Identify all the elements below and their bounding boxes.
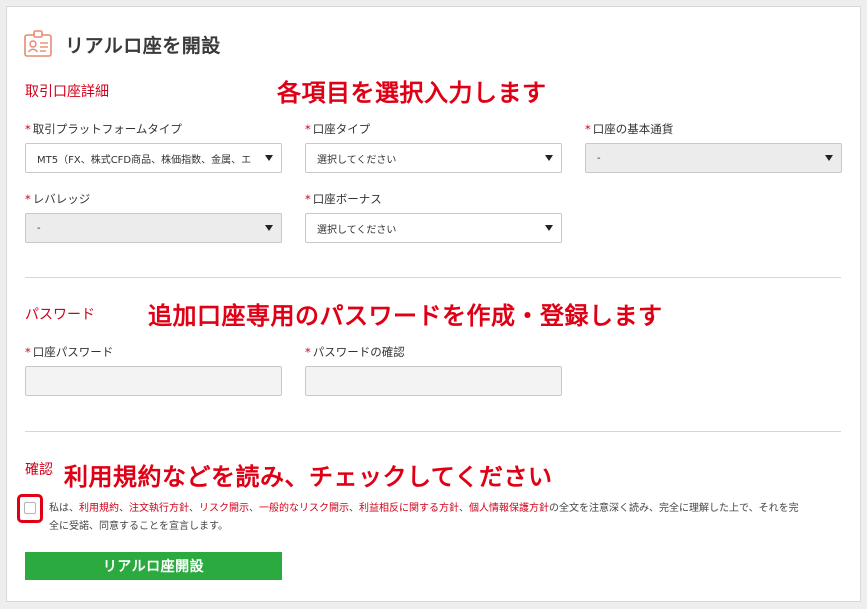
- callout-account-details: 各項目を選択入力します: [277, 79, 547, 107]
- bonus-label: * 口座ボーナス: [305, 192, 382, 206]
- callout-password: 追加口座専用のパスワードを作成・登録します: [148, 302, 663, 330]
- conflict-of-interest-link[interactable]: 利益相反に関する方針: [359, 503, 459, 514]
- password-confirm-label: * パスワードの確認: [305, 345, 405, 359]
- chevron-down-icon: [265, 155, 273, 161]
- section-label-confirm: 確認: [25, 462, 53, 478]
- base-currency-label: * 口座の基本通貨: [585, 122, 674, 136]
- password-confirm-input[interactable]: [305, 366, 562, 396]
- terms-link[interactable]: 利用規約: [79, 503, 119, 514]
- account-form-card: リアルロ座を開設 取引口座詳細 各項目を選択入力します * 取引プラットフォームタ…: [6, 6, 861, 602]
- password-label: * 口座パスワード: [25, 345, 114, 359]
- order-execution-policy-link[interactable]: 注文執行方針: [129, 503, 189, 514]
- base-currency-select[interactable]: -: [585, 143, 842, 173]
- leverage-select[interactable]: -: [25, 213, 282, 243]
- chevron-down-icon: [265, 225, 273, 231]
- account-type-select[interactable]: 選択してください: [305, 143, 562, 173]
- page-header: リアルロ座を開設: [23, 29, 221, 59]
- risk-disclosure-link[interactable]: リスク開示: [199, 503, 249, 514]
- agreement-text: 私は、利用規約、注文執行方針、リスク開示、一般的なリスク開示、利益相反に関する方…: [49, 503, 799, 532]
- section-divider: [25, 277, 841, 278]
- leverage-label: * レバレッジ: [25, 192, 91, 206]
- section-label-account-details: 取引口座詳細: [25, 84, 109, 100]
- callout-confirm: 利用規約などを読み、チェックしてください: [64, 463, 553, 491]
- password-input[interactable]: [25, 366, 282, 396]
- chevron-down-icon: [545, 225, 553, 231]
- id-card-icon: [24, 30, 52, 57]
- section-label-password: パスワード: [25, 307, 95, 323]
- bonus-select[interactable]: 選択してください: [305, 213, 562, 243]
- open-account-button[interactable]: リアルロ座開設: [25, 552, 282, 580]
- platform-label: * 取引プラットフォームタイプ: [25, 122, 182, 136]
- platform-select[interactable]: MT5（FX、株式CFD商品、株価指数、金属、エ: [25, 143, 282, 173]
- privacy-policy-link[interactable]: 個人情報保護方針: [469, 503, 549, 514]
- agreement-checkbox[interactable]: [24, 502, 36, 514]
- general-risk-disclosure-link[interactable]: 一般的なリスク開示: [259, 503, 349, 514]
- page-title: リアルロ座を開設: [65, 34, 221, 57]
- section-divider: [25, 431, 841, 432]
- account-type-label: * 口座タイプ: [305, 122, 371, 136]
- chevron-down-icon: [545, 155, 553, 161]
- chevron-down-icon: [825, 155, 833, 161]
